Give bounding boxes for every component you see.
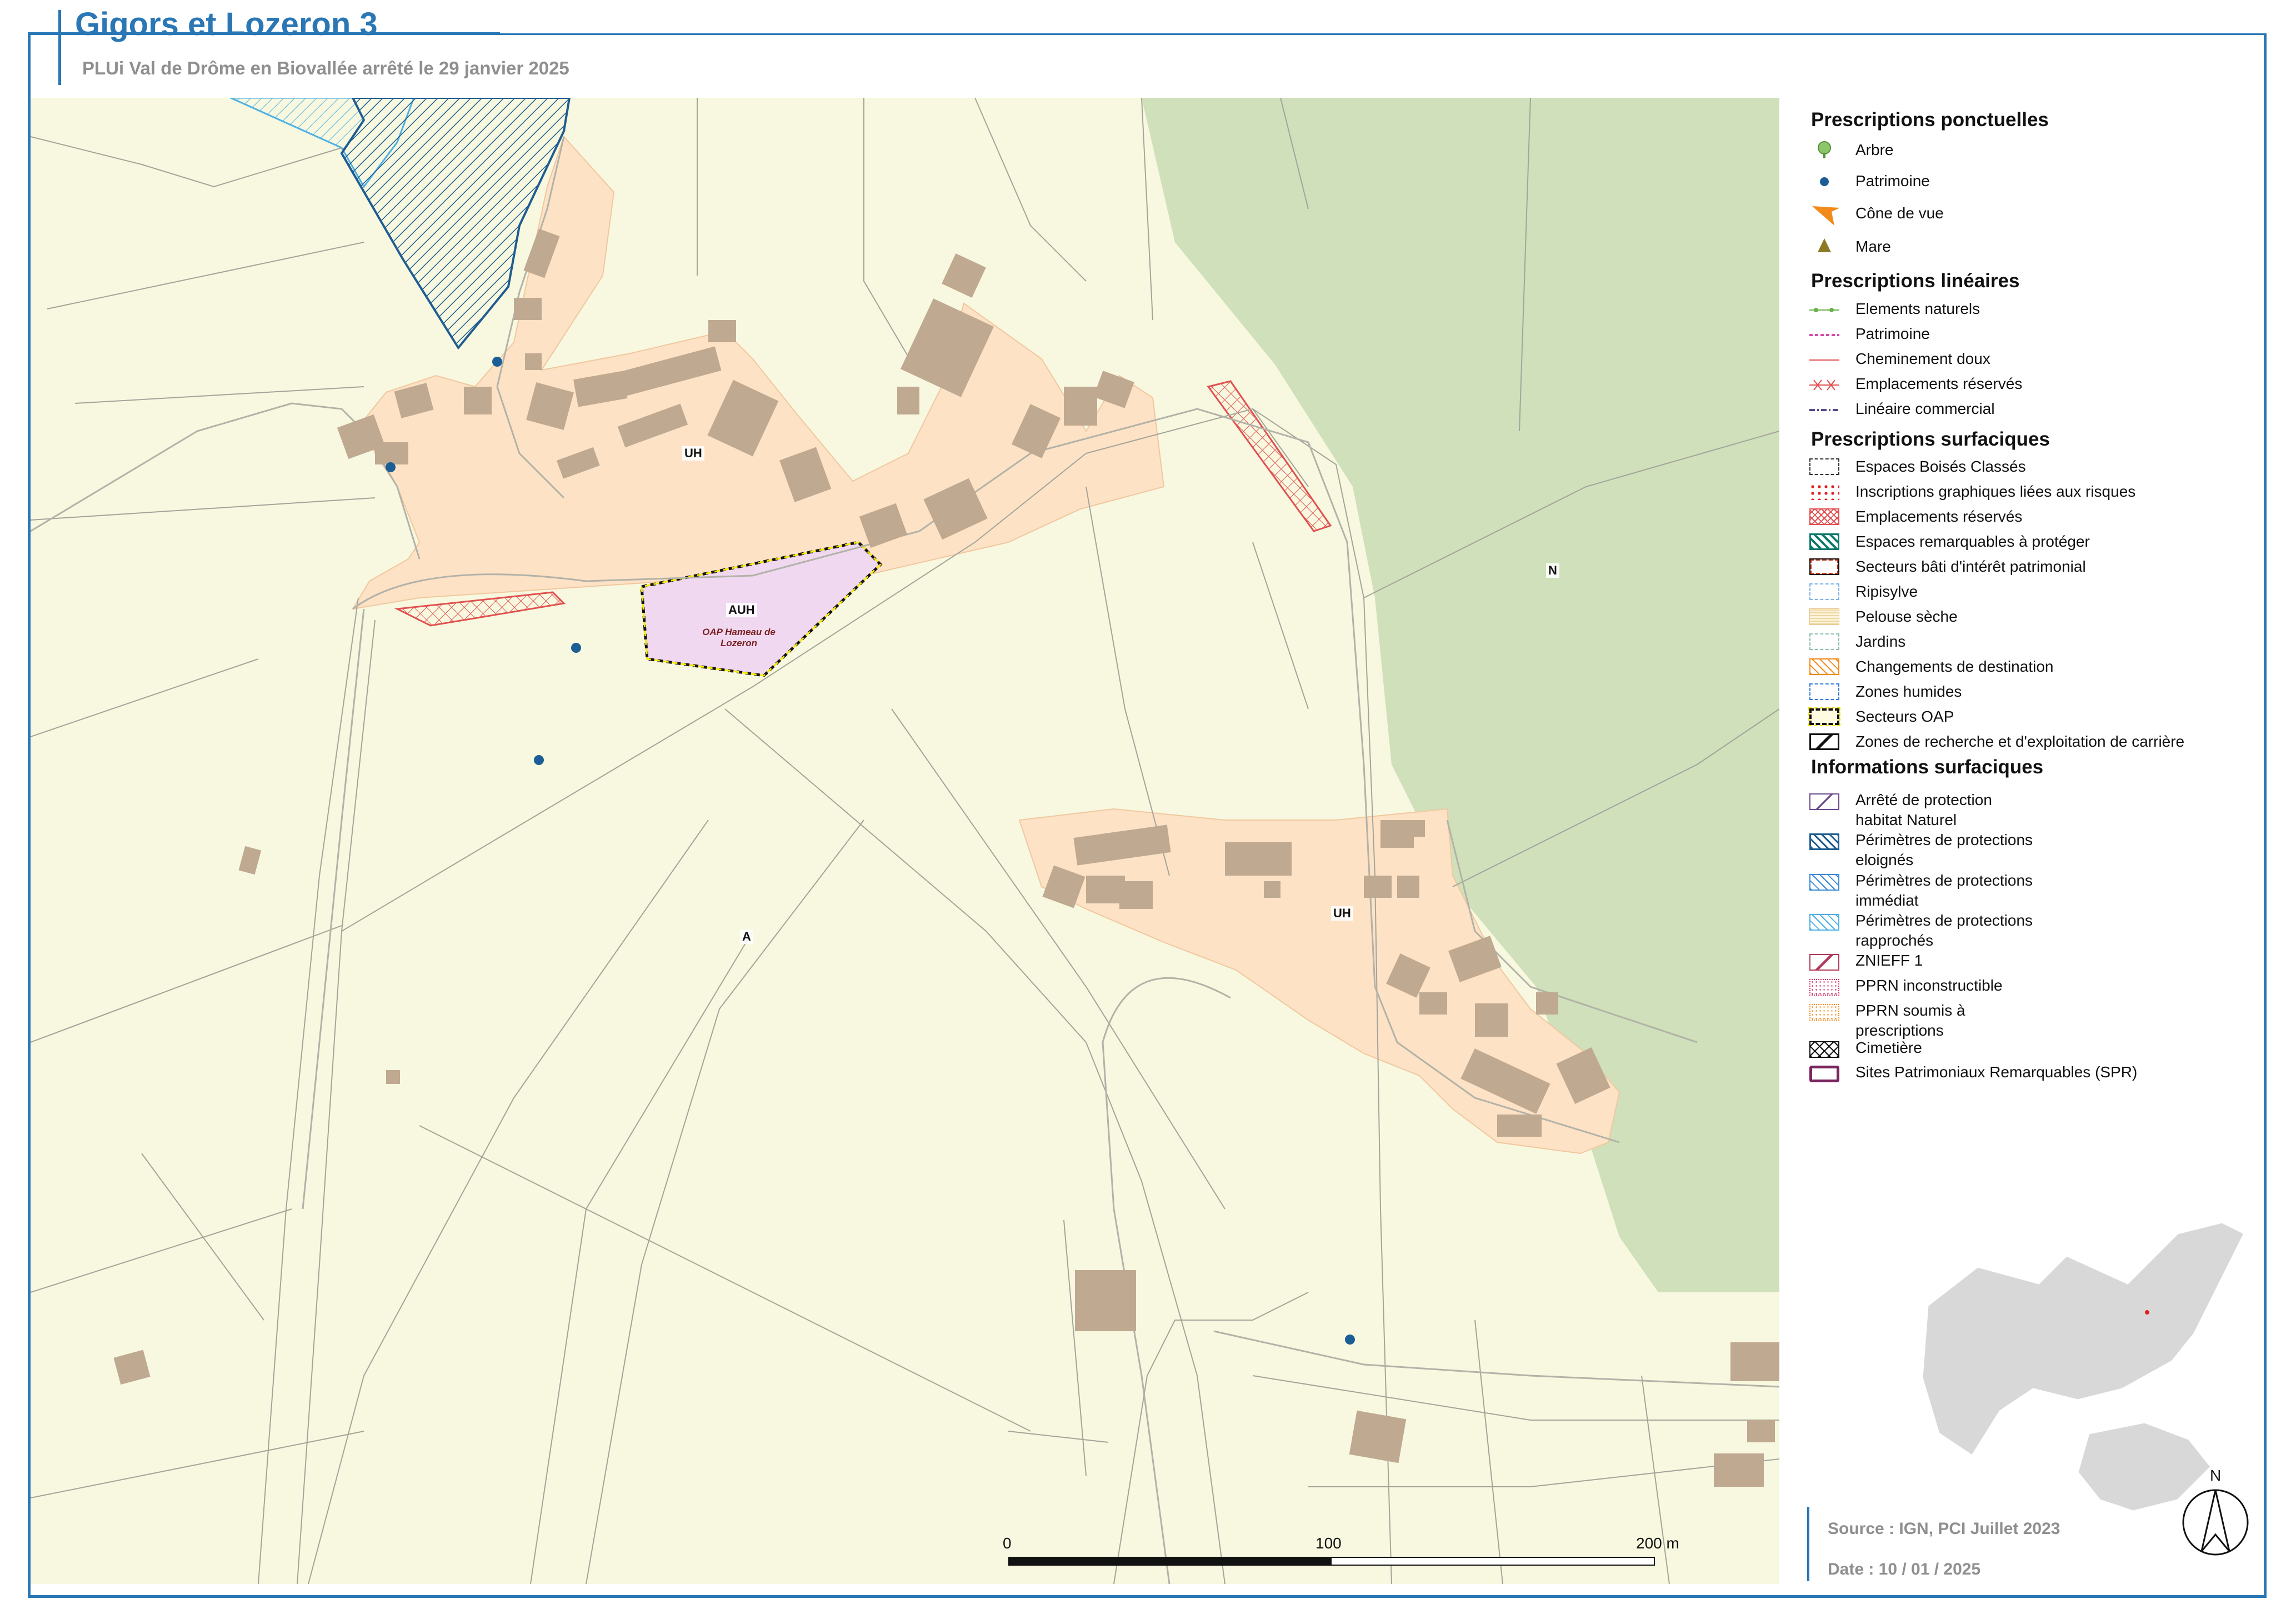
legend-surface-symbol [1809,558,1839,575]
legend-info-label: Sites Patrimoniaux Remarquables (SPR) [1855,1063,2138,1081]
legend-info-label: Périmètres de protections eloignés [1855,831,2033,868]
line-heritage-symbol [1809,326,1839,344]
dot-icon [1809,172,1839,191]
legend-surface-symbol [1809,458,1839,475]
legend-surface-label: Pelouse sèche [1855,608,1958,625]
scale-bar [1008,1557,1655,1566]
legend-info-symbol [1809,1066,1839,1082]
legend-info-symbol [1809,793,1839,810]
legend-surface-label: Jardins [1855,633,1906,650]
legend-line-1: Elements naturels [1855,300,1980,317]
date-text: Date : 10 / 01 / 2025 [1828,1560,1981,1578]
legend-line-4: Emplacements réservés [1855,375,2023,392]
line-reserved-symbol [1809,376,1839,394]
legend-surface-label: Zones de recherche et d'exploitation de … [1855,733,2185,750]
legend-surface-symbol [1809,683,1839,700]
legend-line-5: Linéaire commercial [1855,400,1995,417]
scale-tick-100: 100 [1315,1535,1342,1552]
legend-surface-label: Espaces Boisés Classés [1855,458,2026,475]
legend-info-symbol [1809,954,1839,971]
legend-info-symbol [1809,874,1839,891]
legend-item-cone: Cône de vue [1855,204,1944,222]
triangle-icon [1809,237,1839,256]
legend-surface-symbol [1809,508,1839,525]
legend-info-label: ZNIEFF 1 [1855,952,1923,969]
zone-label-n: N [1546,563,1559,578]
legend-info-label: Périmètres de protections immédiat [1855,872,2033,909]
legend-surface-symbol [1809,658,1839,675]
title-bar [58,10,61,85]
legend-surface-label: Ripisylve [1855,583,1918,600]
legend-info-symbol [1809,914,1839,931]
legend-surface-symbol [1808,707,1840,726]
zone-label-auh: AUH [726,603,757,617]
legend-surface-label: Espaces remarquables à protéger [1855,533,2090,550]
legend-info-symbol [1809,1004,1839,1021]
legend-surface-label: Inscriptions graphiques liées aux risque… [1855,483,2136,500]
line-commercial-symbol [1809,401,1839,419]
footer-bar [1807,1507,1809,1581]
legend-surface-symbol [1809,533,1839,550]
source-text: Source : IGN, PCI Juillet 2023 [1828,1520,2060,1538]
zone-label-uh-north: UH [682,446,704,461]
legend-item-patrimoine: Patrimoine [1855,172,1930,189]
legend-line-3: Cheminement doux [1855,350,1990,367]
legend-info-label: Périmètres de protections rapprochés [1855,912,2033,949]
line-natural-symbol [1809,301,1839,319]
legend-info-label: Arrêté de protection habitat Naturel [1855,791,1992,828]
legend-info-symbol [1809,1041,1839,1058]
legend-item-arbre: Arbre [1855,141,1894,158]
legend-surface-symbol [1809,733,1839,750]
legend-info-symbol [1809,833,1839,850]
tree-icon [1809,141,1839,159]
page-title: Gigors et Lozeron 3 [75,6,378,42]
legend-surface-symbol [1809,483,1839,500]
legend-title-surfaciques: Prescriptions surfaciques [1811,428,2050,450]
legend-line-2: Patrimoine [1855,325,1930,342]
legend-surface-symbol [1809,633,1839,650]
scale-tick-0: 0 [1003,1535,1012,1552]
line-path-symbol [1809,351,1839,369]
legend-info-label: PPRN soumis à prescriptions [1855,1002,1965,1039]
oap-label: OAP Hameau de Lozeron [702,627,776,648]
legend-title-lineaires: Prescriptions linéaires [1811,270,2020,292]
legend-info-label: Cimetière [1855,1039,1922,1056]
zone-label-a: A [740,930,753,944]
legend-surface-label: Changements de destination [1855,658,2054,675]
legend-surface-label: Secteurs bâti d'intérêt patrimonial [1855,558,2086,575]
legend-title-ponctuelles: Prescriptions ponctuelles [1811,109,2049,131]
title-gap [500,31,2267,33]
scale-tick-200: 200 m [1636,1535,1679,1552]
zone-label-uh-east: UH [1331,906,1353,921]
legend-surface-label: Emplacements réservés [1855,508,2023,525]
legend-surface-label: Secteurs OAP [1855,708,1954,725]
map-canvas[interactable] [31,98,1779,1584]
north-label: N [2210,1467,2222,1484]
cone-icon [1809,203,1840,226]
legend-surface-symbol [1809,608,1839,625]
legend-surface-label: Zones humides [1855,683,1962,700]
page-subtitle: PLUi Val de Drôme en Biovallée arrêté le… [82,58,569,78]
legend-panel: Prescriptions ponctuelles Arbre Patrimoi… [1797,103,2253,1103]
legend-title-informations: Informations surfaciques [1811,756,2044,778]
legend-item-mare: Mare [1855,238,1891,255]
legend-info-label: PPRN inconstructible [1855,977,2003,994]
legend-surface-symbol [1809,583,1839,600]
legend-info-symbol [1809,979,1839,996]
